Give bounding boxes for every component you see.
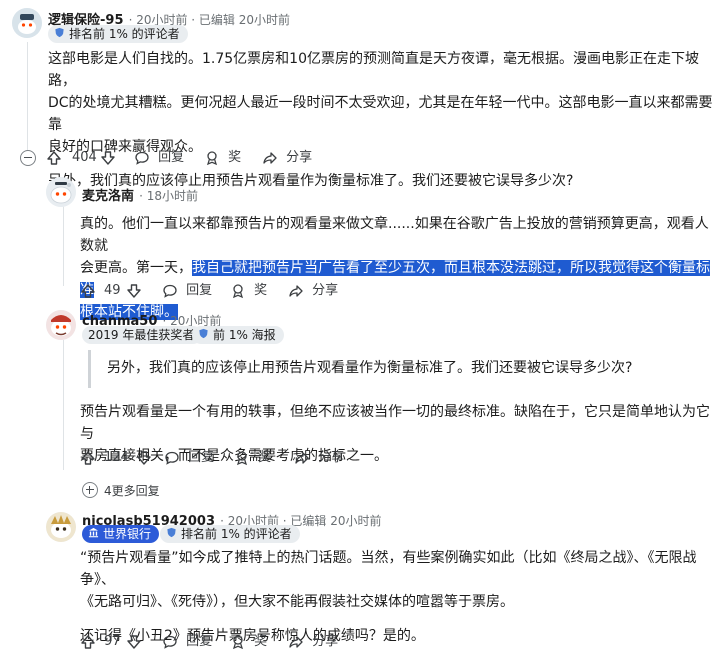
reply-icon (165, 451, 179, 465)
downvote-icon (137, 450, 151, 465)
comment-actions: 124 回复 奖 分享 (80, 446, 480, 470)
upvote-button[interactable] (80, 630, 96, 654)
award-button[interactable]: 奖 (230, 279, 267, 303)
user-flair: 2019 年最佳获奖者 (82, 326, 203, 344)
bank-icon (88, 525, 99, 543)
shield-icon (166, 525, 177, 543)
reply-button[interactable]: 回复 (164, 446, 214, 470)
thread-line (63, 340, 64, 470)
share-icon (295, 451, 309, 464)
upvote-button[interactable] (46, 146, 62, 170)
comment-text: “预告片观看量”如今成了推特上的热门话题。当然，有些案例确实如此（比如《终局之战… (80, 550, 697, 588)
avatar[interactable] (46, 512, 76, 542)
award-button[interactable]: 奖 (204, 146, 241, 170)
reply-icon (163, 635, 177, 649)
expand-replies-button[interactable] (82, 482, 98, 498)
username[interactable]: 麦克洛南 (82, 189, 134, 204)
user-flair: 排名前 1% 的评论者 (48, 25, 188, 43)
more-replies-link[interactable]: 4更多回复 (104, 482, 160, 499)
downvote-button[interactable] (126, 630, 142, 654)
upvote-icon (81, 450, 95, 465)
share-icon (289, 284, 303, 297)
downvote-icon (127, 634, 141, 649)
reply-button[interactable]: 回复 (162, 630, 212, 654)
upvote-icon (47, 150, 61, 165)
reply-button[interactable]: 回复 (134, 146, 184, 170)
award-icon (206, 150, 218, 165)
avatar[interactable] (46, 310, 76, 340)
thread-line (27, 42, 28, 160)
reply-button[interactable]: 回复 (162, 279, 212, 303)
share-icon (289, 635, 303, 648)
avatar[interactable] (46, 177, 76, 207)
comment-text: 《无路可归》、《死侍》），但大家不能再假装社交媒体的喧嚣等于票房。 (80, 594, 514, 610)
downvote-button[interactable] (136, 446, 152, 470)
comment-meta: · 18小时前 (139, 189, 199, 203)
user-flair: 前 1% 海报 (192, 326, 284, 344)
upvote-button[interactable] (80, 446, 96, 470)
vote-count: 124 (104, 450, 129, 465)
upvote-icon (81, 634, 95, 649)
user-flair: 排名前 1% 的评论者 (160, 525, 300, 543)
comment-text: 真的。他们一直以来都靠预告片的观看量来做文章......如果在谷歌广告上投放的营… (80, 216, 709, 254)
comment-actions: 97 回复 奖 分享 (80, 630, 480, 654)
downvote-button[interactable] (126, 279, 142, 303)
award-icon (232, 634, 244, 649)
collapse-thread-button[interactable] (20, 150, 36, 166)
comment-text: DC的处境尤其糟糕。更何况超人最近一段时间不太受欢迎，尤其是在年轻一代中。这部电… (48, 95, 713, 133)
award-button[interactable]: 奖 (234, 446, 271, 470)
upvote-button[interactable] (80, 279, 96, 303)
award-icon (232, 283, 244, 298)
upvote-icon (81, 283, 95, 298)
award-button[interactable]: 奖 (230, 630, 267, 654)
share-button[interactable]: 分享 (294, 446, 344, 470)
thread-line (63, 206, 64, 286)
downvote-button[interactable] (100, 146, 116, 170)
comment-text: 这部电影是人们自找的。1.75亿票房和10亿票房的预测简直是天方夜谭，毫无根据。… (48, 51, 699, 89)
avatar[interactable] (12, 8, 42, 38)
reply-icon (163, 284, 177, 298)
award-icon (236, 450, 248, 465)
shield-icon (54, 25, 65, 43)
comment-actions: 49 回复 奖 分享 (80, 279, 480, 303)
share-button[interactable]: 分享 (288, 630, 338, 654)
vote-count: 404 (72, 150, 97, 165)
vote-count: 49 (104, 283, 121, 298)
share-icon (263, 151, 277, 164)
share-button[interactable]: 分享 (262, 146, 312, 170)
comment-text: 预告片观看量是一个有用的轶事，但绝不应该被当作一切的最终标准。缺陷在于，它只是简… (80, 404, 710, 442)
reply-icon (135, 151, 149, 165)
vote-count: 97 (104, 634, 121, 649)
share-button[interactable]: 分享 (288, 279, 338, 303)
comment-actions: 404 回复 奖 分享 (46, 146, 446, 170)
user-flair: 世界银行 (82, 525, 160, 543)
block-quote: 另外，我们真的应该停止用预告片观看量作为衡量标准了。我们还要被它误导多少次? (88, 350, 688, 388)
downvote-icon (101, 150, 115, 165)
downvote-icon (127, 283, 141, 298)
shield-icon (198, 326, 209, 344)
